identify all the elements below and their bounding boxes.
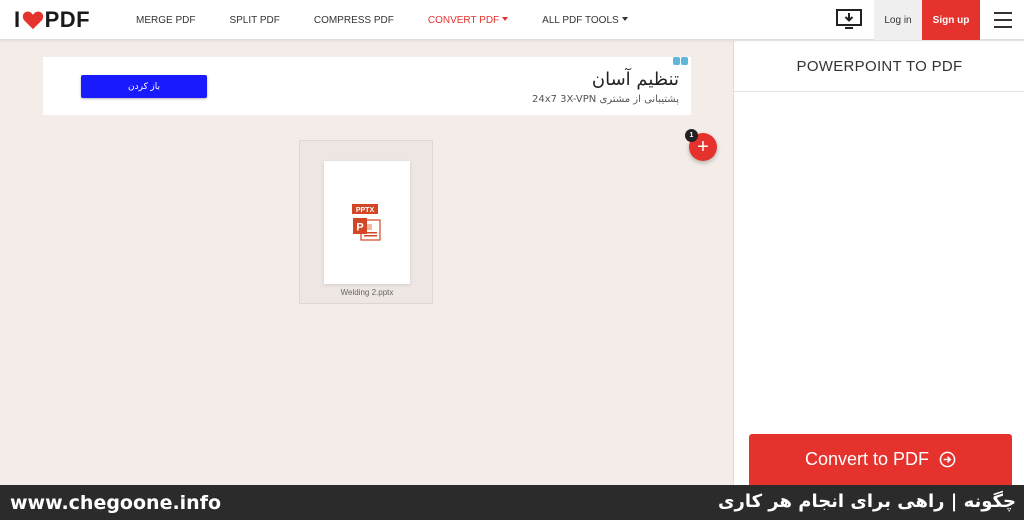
ad-title: تنظیم آسان bbox=[591, 69, 679, 90]
plus-icon: + bbox=[697, 135, 709, 158]
nav-all-pdf-tools[interactable]: ALL PDF TOOLS bbox=[542, 15, 628, 26]
nav-split-pdf[interactable]: SPLIT PDF bbox=[229, 15, 279, 26]
login-button[interactable]: Log in bbox=[874, 0, 922, 40]
file-thumbnail: PPTX P bbox=[324, 161, 410, 284]
watermark-tagline: چگونه | راهی برای انجام هر کاری bbox=[717, 491, 1016, 512]
ad-subtitle: پشتیبانی از مشتری 24x7 3X-VPN bbox=[532, 94, 679, 105]
nav-merge-pdf[interactable]: MERGE PDF bbox=[136, 15, 195, 26]
ad-banner[interactable]: باز کردن تنظیم آسان پشتیبانی از مشتری 24… bbox=[43, 57, 691, 115]
options-sidebar: POWERPOINT TO PDF Convert to PDF bbox=[733, 41, 1024, 485]
file-card[interactable]: PPTX P Welding 2.pptx bbox=[299, 140, 433, 304]
signup-button[interactable]: Sign up bbox=[922, 0, 980, 40]
desktop-download-icon[interactable] bbox=[836, 9, 862, 31]
pptx-file-icon: PPTX P bbox=[352, 204, 381, 241]
ilovepdf-logo[interactable]: I PDF bbox=[14, 7, 90, 33]
ad-choices-icon[interactable] bbox=[673, 57, 689, 65]
nav-convert-pdf[interactable]: CONVERT PDF bbox=[427, 14, 509, 26]
caret-down-icon bbox=[621, 16, 628, 21]
logo-letter: I bbox=[14, 7, 21, 32]
file-count-badge: 1 bbox=[685, 129, 698, 142]
sidebar-title: POWERPOINT TO PDF bbox=[734, 41, 1024, 92]
convert-to-pdf-button[interactable]: Convert to PDF bbox=[749, 434, 1012, 485]
arrow-right-circle-icon bbox=[939, 451, 956, 468]
convert-button-label: Convert to PDF bbox=[804, 449, 930, 469]
heart-icon bbox=[22, 11, 43, 30]
main-nav: MERGE PDF SPLIT PDF COMPRESS PDF CONVERT… bbox=[136, 0, 662, 40]
powerpoint-letter: P bbox=[356, 222, 363, 234]
hamburger-menu-icon[interactable] bbox=[994, 12, 1012, 28]
file-name: Welding 2.pptx bbox=[340, 288, 394, 297]
watermark-footer: www.chegoone.info چگونه | راهی برای انجا… bbox=[0, 485, 1024, 520]
pptx-type-label: PPTX bbox=[356, 207, 375, 214]
nav-convert-pdf-label: CONVERT PDF bbox=[427, 14, 500, 26]
nav-compress-pdf[interactable]: COMPRESS PDF bbox=[314, 15, 394, 26]
ad-open-button[interactable]: باز کردن bbox=[81, 75, 207, 98]
nav-all-pdf-tools-label: ALL PDF TOOLS bbox=[542, 14, 619, 26]
watermark-site: www.chegoone.info bbox=[10, 492, 222, 514]
logo-word: PDF bbox=[44, 7, 91, 32]
top-header: I PDF MERGE PDF SPLIT PDF COMPRESS PDF C… bbox=[0, 0, 1024, 40]
caret-down-icon bbox=[502, 16, 509, 21]
